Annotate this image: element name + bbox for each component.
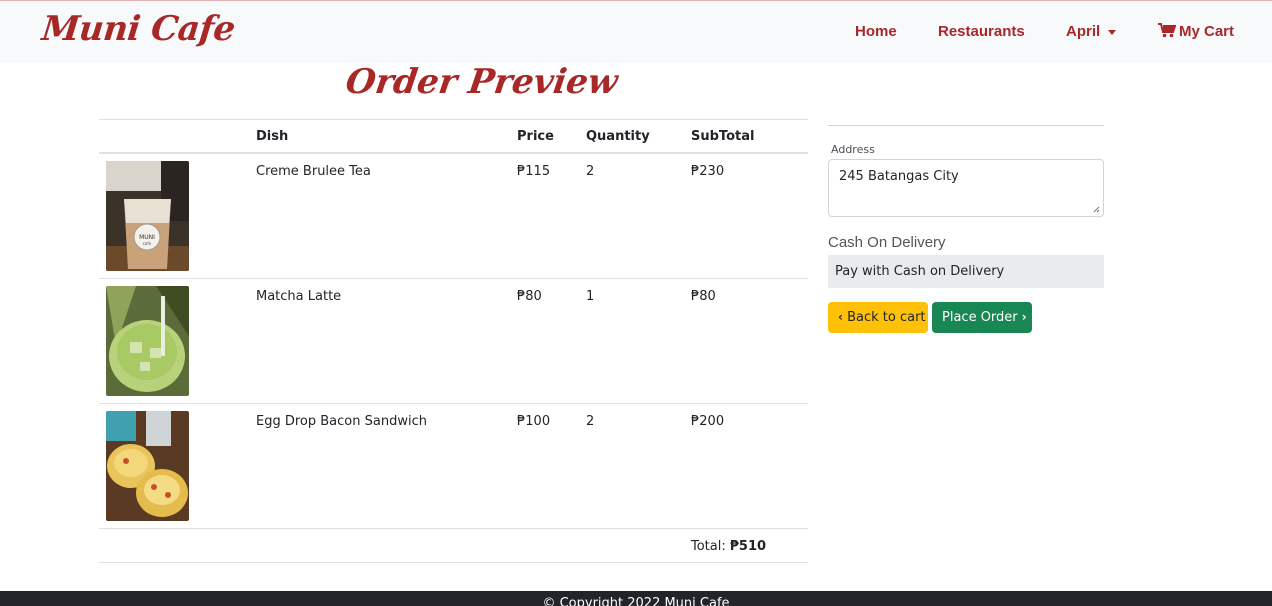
dish-price: ₱115 — [517, 164, 551, 179]
table-row: MUNI cafe Creme Brulee Tea ₱115 2 ₱230 — [99, 154, 808, 279]
dish-subtotal: ₱80 — [691, 289, 716, 304]
address-label: Address — [831, 143, 875, 156]
matcha-latte-photo — [106, 286, 189, 396]
cart-icon — [1158, 23, 1176, 38]
total-value: ₱510 — [729, 539, 767, 554]
resize-handle-icon[interactable] — [1093, 206, 1100, 213]
total-label: Total: — [691, 539, 726, 554]
chevron-left-icon: ‹ — [838, 310, 843, 324]
header-quantity: Quantity — [586, 129, 650, 144]
footer: © Copyright 2022 Muni Cafe — [0, 591, 1272, 606]
dish-name: Matcha Latte — [256, 289, 342, 304]
dish-subtotal: ₱200 — [691, 414, 725, 429]
dish-price: ₱80 — [517, 289, 542, 304]
nav-cart-label: My Cart — [1179, 23, 1235, 40]
nav-user-label: April — [1066, 23, 1101, 40]
dish-quantity: 1 — [586, 289, 595, 304]
table-row: Matcha Latte ₱80 1 ₱80 — [99, 279, 808, 404]
dish-quantity: 2 — [586, 414, 595, 429]
table-header: Dish Price Quantity SubTotal — [99, 120, 808, 154]
address-value: 245 Batangas City — [839, 169, 959, 184]
payment-option[interactable]: Pay with Cash on Delivery — [828, 255, 1104, 288]
nav-my-cart[interactable]: My Cart — [1158, 23, 1234, 40]
caret-down-icon — [1108, 29, 1117, 35]
nav-home[interactable]: Home — [855, 23, 897, 40]
place-order-button[interactable]: Place Order › — [932, 302, 1032, 333]
page-title: Order Preview — [343, 62, 621, 102]
navbar: Muni Cafe Home Restaurants April My Cart — [0, 0, 1272, 63]
brand-logo[interactable]: Muni Cafe — [40, 9, 237, 49]
dish-price: ₱100 — [517, 414, 551, 429]
place-order-label: Place Order — [942, 310, 1018, 325]
table-row: Egg Drop Bacon Sandwich ₱100 2 ₱200 — [99, 404, 808, 529]
back-to-cart-label: Back to cart — [847, 310, 926, 325]
dish-quantity: 2 — [586, 164, 595, 179]
chevron-right-icon: › — [1021, 310, 1027, 324]
payment-title: Cash On Delivery — [828, 234, 946, 251]
svg-text:cafe: cafe — [143, 241, 152, 246]
divider — [828, 125, 1104, 126]
egg-drop-sandwich-photo — [106, 411, 189, 521]
dish-name: Egg Drop Bacon Sandwich — [256, 414, 427, 429]
svg-text:MUNI: MUNI — [139, 234, 155, 241]
order-table: Dish Price Quantity SubTotal MUNI cafe C… — [99, 119, 808, 563]
table-footer: Total: ₱510 — [99, 529, 808, 563]
creme-brulee-tea-photo: MUNI cafe — [106, 161, 189, 271]
header-price: Price — [517, 129, 554, 144]
back-to-cart-button[interactable]: ‹ Back to cart — [828, 302, 928, 333]
header-subtotal: SubTotal — [691, 129, 755, 144]
nav-user-dropdown[interactable]: April — [1066, 23, 1117, 40]
nav-restaurants[interactable]: Restaurants — [938, 23, 1025, 40]
dish-subtotal: ₱230 — [691, 164, 725, 179]
order-total: Total: ₱510 — [691, 539, 766, 554]
address-textarea[interactable]: 245 Batangas City — [828, 159, 1104, 217]
dish-name: Creme Brulee Tea — [256, 164, 371, 179]
header-dish: Dish — [256, 129, 289, 144]
